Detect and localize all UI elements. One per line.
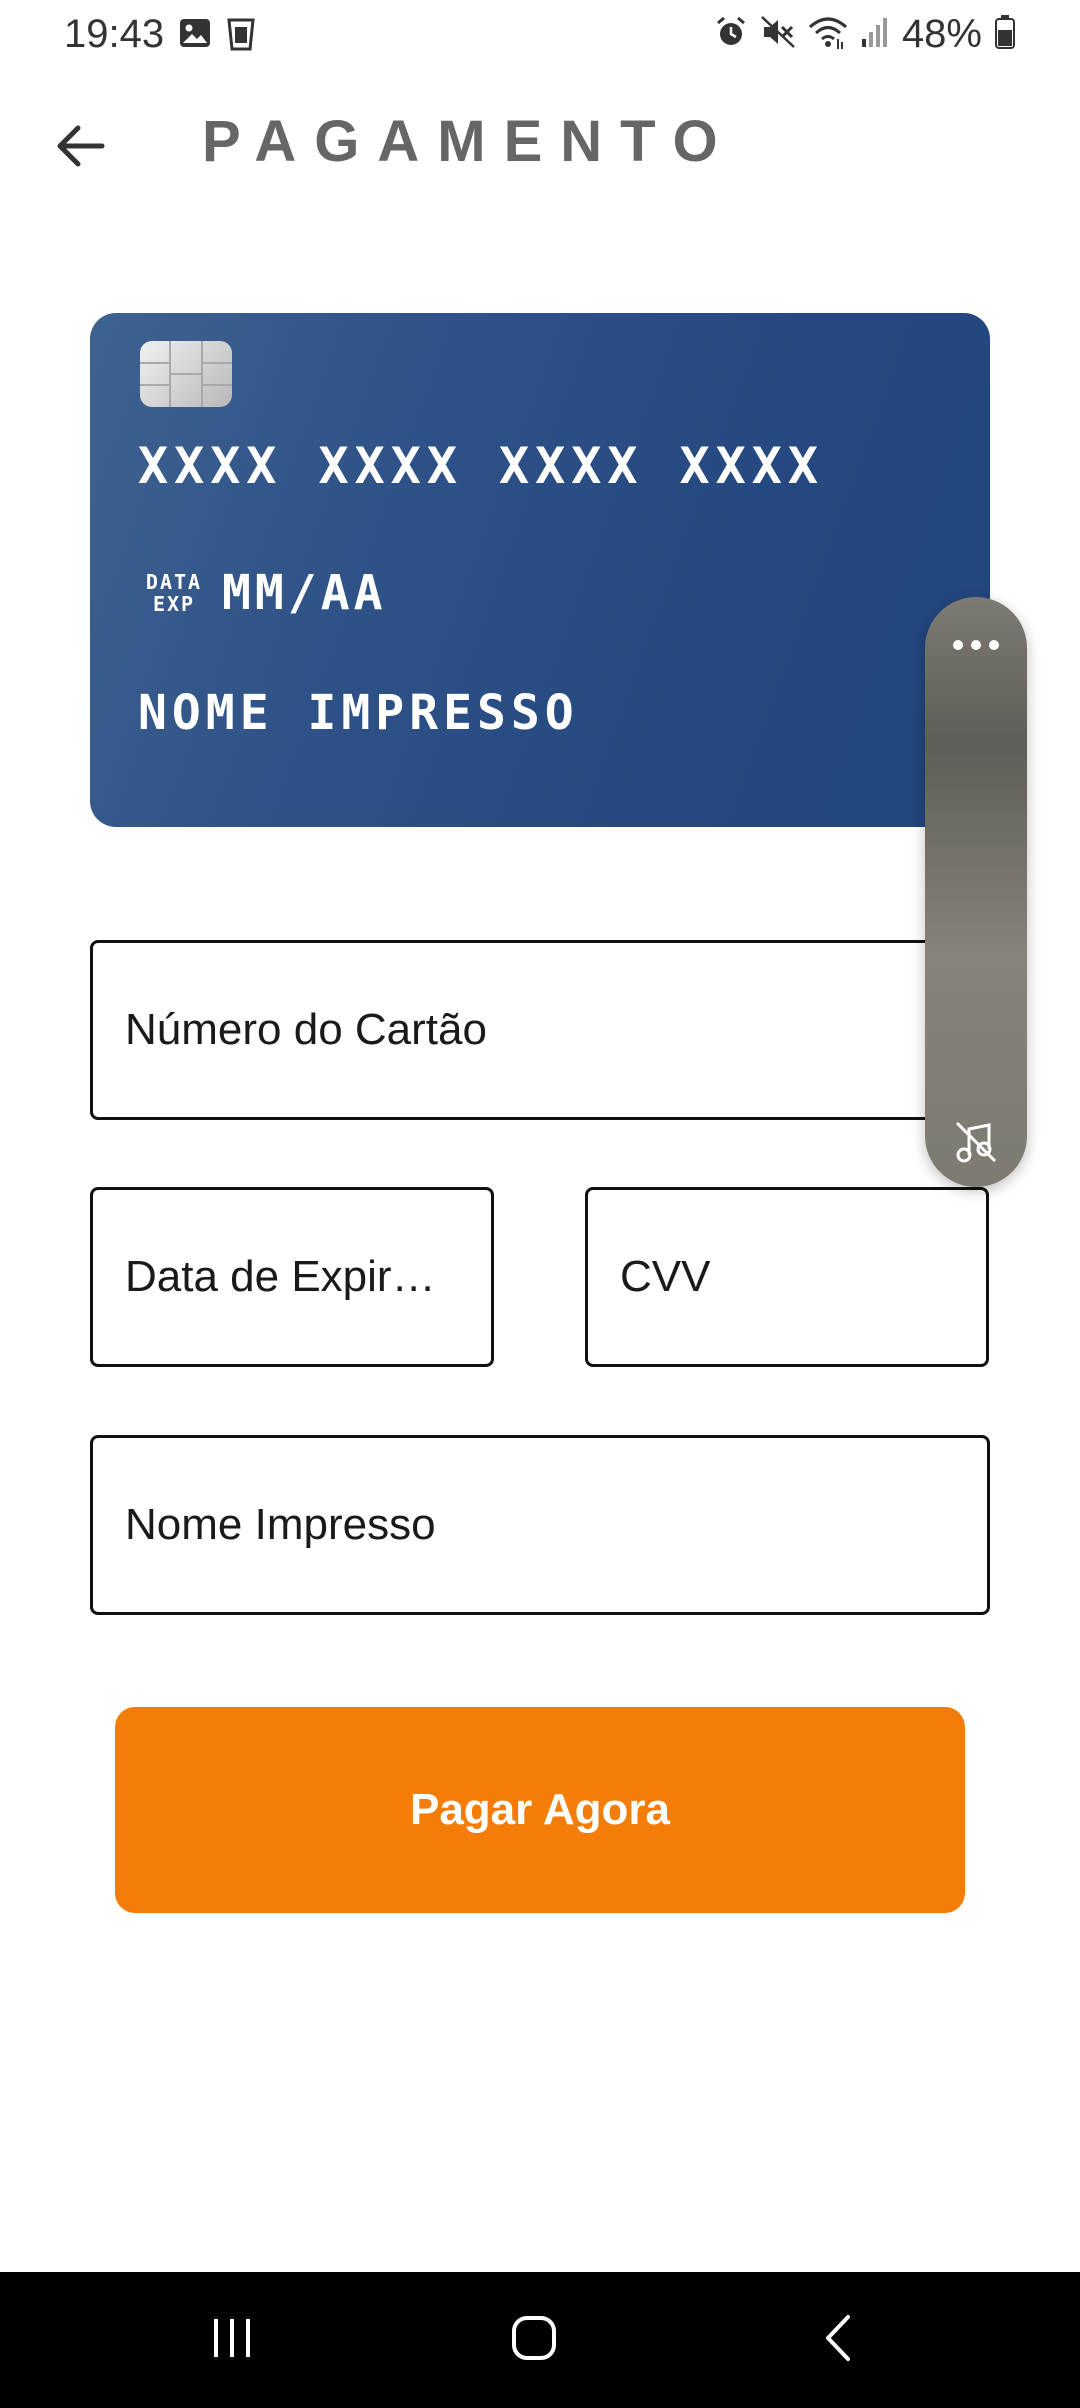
trash-can-icon bbox=[226, 16, 256, 57]
home-icon bbox=[509, 2313, 559, 2368]
signal-icon bbox=[860, 15, 890, 54]
app-header: PAGAMENTO bbox=[0, 100, 1080, 190]
card-number-field[interactable] bbox=[90, 940, 990, 1120]
page-title: PAGAMENTO bbox=[202, 109, 736, 174]
card-exp-value: MM/AA bbox=[222, 565, 387, 621]
cvv-field[interactable] bbox=[585, 1187, 989, 1367]
home-button[interactable] bbox=[434, 2272, 634, 2408]
arrow-left-icon bbox=[54, 124, 106, 173]
card-exp-label: DATA EXP bbox=[136, 571, 212, 615]
mute-music-icon[interactable] bbox=[951, 1117, 1001, 1167]
cvv-input[interactable] bbox=[620, 1252, 986, 1302]
status-bar: 19:43 48% bbox=[0, 0, 1080, 72]
status-left-icons bbox=[178, 16, 256, 57]
card-exp-label-line2: EXP bbox=[152, 592, 196, 616]
pay-now-label: Pagar Agora bbox=[409, 1785, 670, 1834]
alarm-icon bbox=[714, 15, 748, 54]
system-back-button[interactable] bbox=[738, 2272, 938, 2408]
card-holder-name: NOME IMPRESSO bbox=[138, 685, 579, 741]
credit-card-preview: XXXX XXXX XXXX XXXX DATA EXP MM/AA NOME … bbox=[90, 313, 990, 827]
back-icon bbox=[818, 2313, 858, 2368]
navigation-bar bbox=[0, 2272, 1080, 2408]
more-dots-icon[interactable] bbox=[925, 625, 1027, 665]
back-button[interactable] bbox=[44, 112, 116, 184]
exp-date-field[interactable] bbox=[90, 1187, 494, 1367]
card-exp-label-line1: DATA bbox=[145, 570, 203, 594]
status-right: 48% bbox=[714, 12, 1016, 57]
wifi-icon bbox=[808, 15, 848, 54]
exp-date-input[interactable] bbox=[125, 1252, 491, 1302]
floating-side-panel[interactable] bbox=[925, 597, 1027, 1187]
payment-screen: 19:43 48% PAGAMENTO XXXX XXXX XXXX XXXX … bbox=[0, 0, 1080, 2408]
recents-button[interactable] bbox=[132, 2272, 332, 2408]
card-number: XXXX XXXX XXXX XXXX bbox=[138, 437, 824, 495]
battery-percent: 48% bbox=[901, 12, 982, 56]
recents-icon bbox=[207, 2313, 257, 2368]
card-chip-icon bbox=[140, 341, 232, 407]
status-time: 19:43 bbox=[64, 12, 165, 56]
image-icon bbox=[178, 16, 212, 57]
name-field[interactable] bbox=[90, 1435, 990, 1615]
card-number-input[interactable] bbox=[125, 1005, 987, 1055]
mute-icon bbox=[760, 15, 796, 54]
battery-icon bbox=[994, 14, 1016, 55]
name-input[interactable] bbox=[125, 1500, 987, 1550]
pay-now-button[interactable]: Pagar Agora bbox=[115, 1707, 965, 1913]
